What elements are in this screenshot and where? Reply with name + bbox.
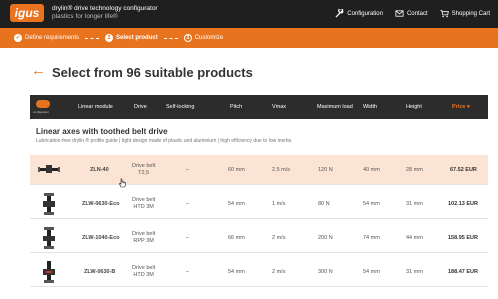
row-drive-line1: Drive belt	[132, 197, 156, 203]
row-model: ZLW-1040-Eco	[82, 235, 120, 241]
hand-cursor-icon	[119, 178, 127, 188]
row-drive: Drive belt RPP 3M	[132, 231, 155, 245]
step-select-product[interactable]: 2 Select product	[105, 34, 158, 42]
wrench-icon	[335, 9, 344, 18]
col-height[interactable]: Height	[406, 104, 422, 110]
row-height: 31 mm	[406, 201, 423, 207]
row-model: ZLW-0630-Eco	[82, 201, 120, 207]
nav-contact-label: Contact	[406, 10, 428, 17]
row-height: 31 mm	[406, 269, 423, 275]
igus-logo[interactable]: igus	[10, 4, 44, 22]
row-drive-line2: RPP 3M	[133, 238, 154, 244]
col-max-load[interactable]: Maximum load	[317, 104, 353, 110]
row-price: 188.47 EUR	[448, 269, 478, 275]
row-model: ZLN-40	[90, 167, 109, 173]
nav-configuration-label: Configuration	[347, 10, 383, 17]
col-price[interactable]: Price ▾	[452, 104, 470, 110]
row-pitch: 54 mm	[228, 201, 245, 207]
nav-shopping-cart-label: Shopping Cart	[451, 10, 490, 17]
step-3-number: 3	[183, 34, 192, 42]
row-vmax: 1 m/s	[272, 201, 286, 207]
row-height: 28 mm	[406, 167, 423, 173]
row-price: 102.13 EUR	[448, 201, 478, 207]
mail-icon	[395, 10, 404, 17]
step-connector	[163, 37, 178, 39]
product-thumbnail	[43, 261, 55, 283]
product-thumbnail	[43, 193, 55, 215]
col-pitch[interactable]: Pitch	[230, 104, 242, 110]
top-nav: Configuration Contact Shopping Cart	[335, 9, 490, 18]
row-width: 40 mm	[363, 167, 380, 173]
row-width: 74 mm	[363, 235, 380, 241]
row-pitch: 60 mm	[228, 167, 245, 173]
row-drive: Drive belt T2,5	[132, 163, 155, 177]
progress-steps: ✓ Define requirements 2 Select product 3…	[14, 34, 223, 42]
step-2-number: 2	[105, 34, 114, 42]
row-vmax: 2 m/s	[272, 235, 286, 241]
cart-icon	[440, 9, 449, 18]
top-bar: igus drylin® drive technology configurat…	[0, 0, 498, 28]
row-drive: Drive belt HTD 3M	[132, 265, 155, 279]
row-price: 158.95 EUR	[448, 235, 478, 241]
row-height: 44 mm	[406, 235, 423, 241]
row-width: 54 mm	[363, 201, 380, 207]
row-max-load: 200 N	[318, 235, 333, 241]
row-vmax: 2 m/s	[272, 269, 286, 275]
col-vmax[interactable]: Vmax	[272, 104, 286, 110]
row-drive: Drive belt HTD 3M	[132, 197, 155, 211]
step-2-label: Select product	[116, 35, 158, 41]
row-self-locking: –	[186, 201, 190, 207]
table-row[interactable]: ZLW-1040-Eco Drive belt RPP 3M – 66 mm 2 …	[30, 223, 488, 253]
row-drive-line1: Drive belt	[132, 265, 156, 271]
table-header: configurator Linear module Drive Self-lo…	[30, 95, 488, 119]
row-max-load: 300 N	[318, 269, 333, 275]
row-self-locking: –	[186, 269, 190, 275]
col-linear-module[interactable]: Linear module	[78, 104, 113, 110]
nav-configuration[interactable]: Configuration	[335, 9, 383, 18]
nav-contact[interactable]: Contact	[395, 9, 428, 18]
col-width[interactable]: Width	[363, 104, 377, 110]
step-connector	[85, 37, 100, 39]
row-drive-line1: Drive belt	[132, 163, 156, 169]
col-self-locking[interactable]: Self-locking	[166, 104, 194, 110]
brand-title: drylin® drive technology configurator	[52, 5, 158, 12]
table-row[interactable]: ZLW-0630-Eco Drive belt HTD 3M – 54 mm 1 …	[30, 189, 488, 219]
product-thumbnail	[38, 165, 60, 173]
product-thumbnail	[43, 227, 55, 249]
row-drive-line2: T2,5	[138, 170, 150, 176]
igus-pill-icon	[36, 100, 50, 108]
nav-shopping-cart[interactable]: Shopping Cart	[440, 9, 490, 18]
table-row[interactable]: ZLW-0630-B Drive belt HTD 3M – 54 mm 2 m/…	[30, 257, 488, 287]
row-drive-line2: HTD 3M	[133, 204, 154, 210]
row-self-locking: –	[186, 235, 190, 241]
step-define-requirements[interactable]: ✓ Define requirements	[14, 34, 79, 42]
brand-block: drylin® drive technology configurator pl…	[52, 5, 158, 21]
brand-subtitle: plastics for longer life®	[52, 13, 118, 20]
row-vmax: 2.5 m/s	[272, 167, 291, 173]
row-drive-line2: HTD 3M	[133, 272, 154, 278]
row-pitch: 54 mm	[228, 269, 245, 275]
table-row[interactable]: ZLN-40 Drive belt T2,5 – 60 mm 2.5 m/s 12…	[30, 155, 488, 185]
row-drive-line1: Drive belt	[132, 231, 156, 237]
row-pitch: 66 mm	[228, 235, 245, 241]
step-3-label: Customize	[194, 35, 224, 41]
row-model: ZLW-0630-B	[84, 269, 116, 275]
page-title: Select from 96 suitable products	[52, 65, 253, 80]
col-drive[interactable]: Drive	[134, 104, 147, 110]
row-max-load: 80 N	[318, 201, 330, 207]
row-price: 67.52 EUR	[450, 167, 477, 173]
section-title: Linear axes with toothed belt drive	[36, 127, 168, 136]
row-max-load: 120 N	[318, 167, 333, 173]
row-width: 54 mm	[363, 269, 380, 275]
step-customize[interactable]: 3 Customize	[183, 34, 224, 42]
step-1-label: Define requirements	[25, 35, 80, 41]
step-bar: ✓ Define requirements 2 Select product 3…	[0, 28, 498, 48]
section-subtitle: Lubrication-free drylin ® profile guide …	[36, 138, 292, 144]
step-1-check-icon: ✓	[14, 34, 22, 42]
back-arrow-icon[interactable]: ←	[31, 63, 46, 79]
row-self-locking: –	[186, 167, 190, 173]
header-icon-caption: configurator	[33, 110, 49, 114]
